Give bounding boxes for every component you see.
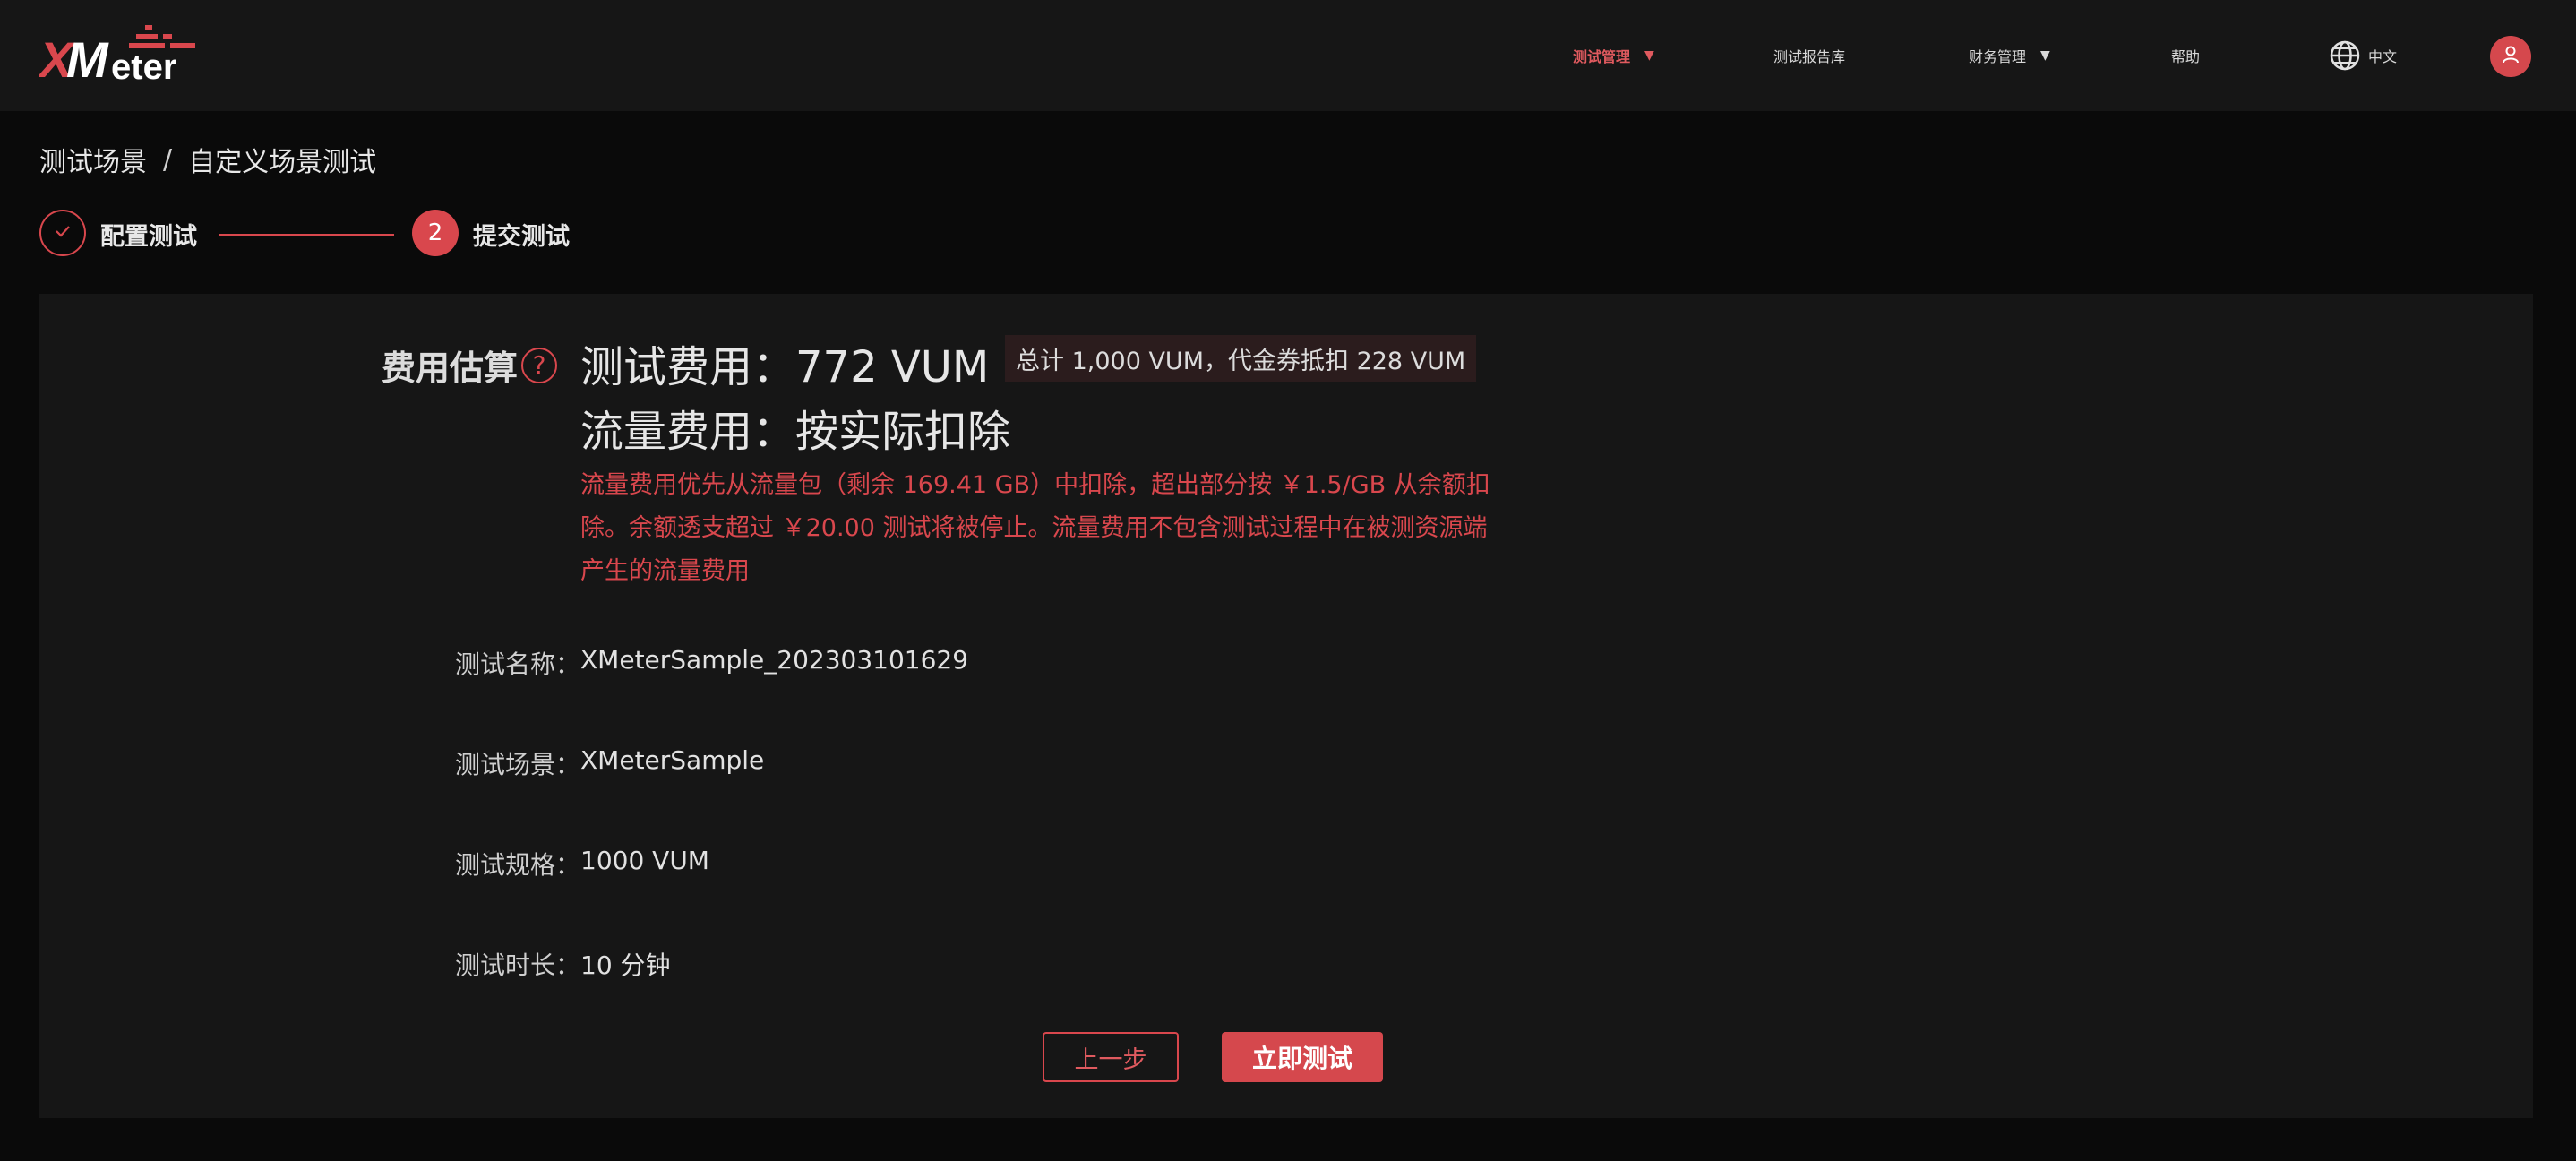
svg-text:eter: eter [111,47,176,84]
detail-label-duration: 测试时长： [454,950,580,980]
user-avatar[interactable] [2490,36,2531,77]
breadcrumb: 测试场景 / 自定义场景测试 [39,140,376,179]
caret-down-icon: ▼ [1644,48,1654,63]
help-icon[interactable]: ? [521,347,558,383]
detail-label-spec: 测试规格： [454,850,580,880]
fee-estimate-text: 费用估算 [382,348,519,388]
language-label: 中文 [2368,48,2398,65]
step2-number: 2 [412,210,459,256]
globe-icon [2329,39,2361,72]
nav-test-reports-label: 测试报告库 [1773,48,1846,65]
nav-help[interactable]: 帮助 [2171,0,2200,111]
caret-down-icon: ▼ [2040,48,2050,63]
nav-test-management-label: 测试管理 [1573,48,1631,65]
cost-breakdown-badge: 总计 1,000 VUM，代金券抵扣 228 VUM [1005,335,1477,382]
top-navbar: X M eter 测试管理 ▼ 测试报告库 财务管理 ▼ 帮助 中文 [0,0,2576,111]
traffic-fee-note: 流量费用优先从流量包（剩余 169.41 GB）中扣除，超出部分按 ￥1.5/G… [580,464,1566,593]
nav-finance-management-label: 财务管理 [1969,48,2027,65]
detail-value-spec: 1000 VUM [580,846,709,875]
nav-test-management[interactable]: 测试管理 ▼ [1573,0,1654,111]
detail-label-name: 测试名称： [454,649,580,679]
xmeter-logo[interactable]: X M eter [39,23,202,84]
step-connector-line [219,234,394,236]
check-icon [52,220,73,245]
fee-estimate-label: 费用估算 ? [382,340,558,390]
traffic-fee-note-line: 除。余额透支超过 ￥20.00 测试将被停止。流量费用不包含测试过程中在被测资源… [580,514,1488,542]
traffic-cost: 流量费用：按实际扣除 [580,407,1011,457]
language-switcher[interactable]: 中文 [2329,0,2397,111]
previous-step-button[interactable]: 上一步 [1043,1032,1179,1082]
breadcrumb-item-scenarios[interactable]: 测试场景 [39,140,147,179]
test-cost: 测试费用：772 VUM [580,342,990,392]
nav-help-label: 帮助 [2171,48,2201,65]
submit-test-panel: 费用估算 ? 测试费用：772 VUM 总计 1,000 VUM，代金券抵扣 2… [39,294,2533,1118]
detail-value-name: XMeterSample_202303101629 [580,645,969,675]
traffic-fee-note-line: 流量费用优先从流量包（剩余 169.41 GB）中扣除，超出部分按 ￥1.5/G… [580,471,1490,499]
traffic-fee-note-line: 产生的流量费用 [580,557,750,585]
svg-text:M: M [66,31,109,84]
step2-label: 提交测试 [473,223,570,251]
nav-test-reports[interactable]: 测试报告库 [1773,0,1845,111]
start-test-button[interactable]: 立即测试 [1222,1032,1383,1082]
step-done-circle [39,210,86,256]
user-icon [2500,44,2521,69]
step1-label: 配置测试 [100,223,197,251]
nav-finance-management[interactable]: 财务管理 ▼ [1969,0,2050,111]
breadcrumb-separator: / [163,143,173,176]
detail-value-scenario: XMeterSample [580,745,765,775]
detail-value-duration: 10 分钟 [580,950,671,980]
breadcrumb-item-custom-test: 自定义场景测试 [188,147,377,178]
detail-label-scenario: 测试场景： [454,750,580,779]
